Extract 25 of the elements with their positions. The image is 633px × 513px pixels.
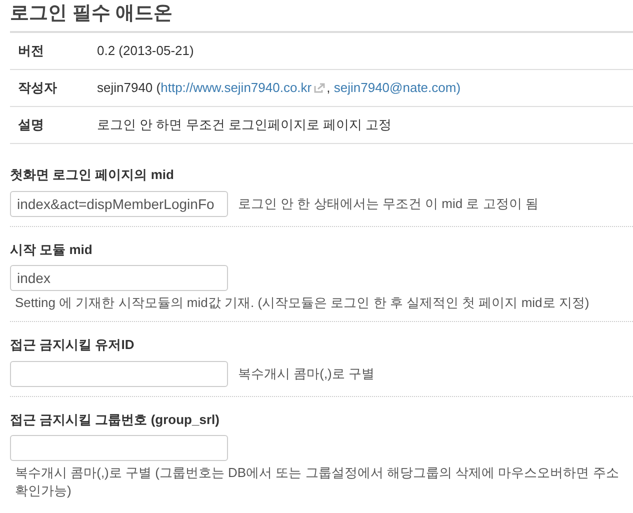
- info-label: 설명: [17, 116, 45, 134]
- text-input[interactable]: index&act=dispMemberLoginFo: [10, 190, 228, 216]
- author-name: sejin7940 (: [97, 79, 161, 98]
- info-value: 로그인 안 하면 무조건 로그인페이지로 페이지 고정: [97, 116, 392, 134]
- info-label: 작성자: [17, 79, 58, 98]
- email-link[interactable]: sejin7940@nate.com: [334, 78, 456, 98]
- text-input[interactable]: [10, 435, 228, 461]
- help-text: 로그인 안 한 상태에서는 무조건 이 mid 로 고정이 됨: [238, 194, 538, 213]
- text-input[interactable]: [10, 360, 228, 386]
- help-text: 확인가능): [15, 482, 72, 500]
- external-link-icon: [314, 83, 325, 93]
- page-title: 로그인 필수 애드온: [10, 2, 174, 26]
- field-label: 시작 모듈 mid: [10, 240, 94, 258]
- separator-text: ,: [326, 79, 332, 98]
- help-text: 복수개시 콤마(,)로 구별: [238, 364, 374, 383]
- text-input[interactable]: index: [10, 265, 228, 291]
- field-label: 접근 금지시킬 그룹번호 (group_srl): [10, 410, 220, 429]
- help-text: Setting 에 기재한 시작모듈의 mid값 기재. (시작모듈은 로그인 한 후 실제적인 첫 페이지 mid로 지정): [15, 294, 590, 312]
- field-label: 첫화면 로그인 페이지의 mid: [10, 166, 175, 184]
- info-label: 버전: [17, 42, 45, 60]
- website-link[interactable]: http://www.sejin7940.co.kr: [160, 78, 312, 98]
- field-label: 접근 금지시킬 유저ID: [10, 336, 136, 354]
- closing-text: ): [456, 79, 461, 98]
- info-value: 0.2 (2013-05-21): [97, 42, 194, 60]
- help-text: 복수개시 콤마(,)로 구별 (그룹번호는 DB에서 또는 그룹설정에서 해당그룹의 삭제에 마우스오버하면 주소: [15, 464, 620, 482]
